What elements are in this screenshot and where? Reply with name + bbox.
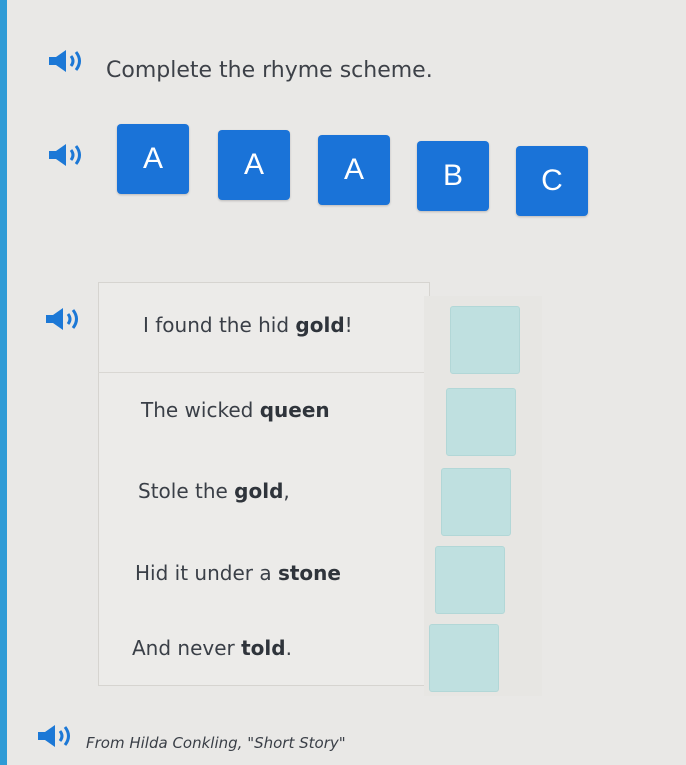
left-accent-bar (0, 0, 7, 765)
answer-tile[interactable]: A (318, 135, 390, 205)
answer-tile[interactable]: A (218, 130, 290, 200)
poem-line: Hid it under a stone (135, 561, 341, 585)
rhyme-word: gold (234, 479, 284, 503)
drop-slot[interactable] (450, 306, 520, 374)
poem-source: From Hilda Conkling, "Short Story" (86, 734, 346, 752)
rhyme-word: told (241, 636, 286, 660)
answer-tile[interactable]: A (117, 124, 189, 194)
poem-divider (98, 372, 428, 373)
prompt-text: Complete the rhyme scheme. (106, 58, 433, 83)
poem-line: The wicked queen (141, 398, 330, 422)
drop-slot[interactable] (435, 546, 505, 614)
drop-slot[interactable] (446, 388, 516, 456)
speaker-icon[interactable] (47, 48, 89, 74)
poem-line: And never told. (132, 636, 292, 660)
rhyme-word: stone (277, 561, 341, 585)
speaker-icon[interactable] (47, 142, 89, 168)
poem-line: I found the hid gold! (143, 313, 353, 337)
rhyme-word: gold (295, 313, 345, 337)
drop-slot[interactable] (429, 624, 499, 692)
poem-line: Stole the gold, (138, 479, 290, 503)
answer-tile[interactable]: C (516, 146, 588, 216)
answer-tile[interactable]: B (417, 141, 489, 211)
speaker-icon[interactable] (44, 306, 86, 332)
speaker-icon[interactable] (36, 723, 78, 749)
drop-slot[interactable] (441, 468, 511, 536)
rhyme-word: queen (259, 398, 330, 422)
